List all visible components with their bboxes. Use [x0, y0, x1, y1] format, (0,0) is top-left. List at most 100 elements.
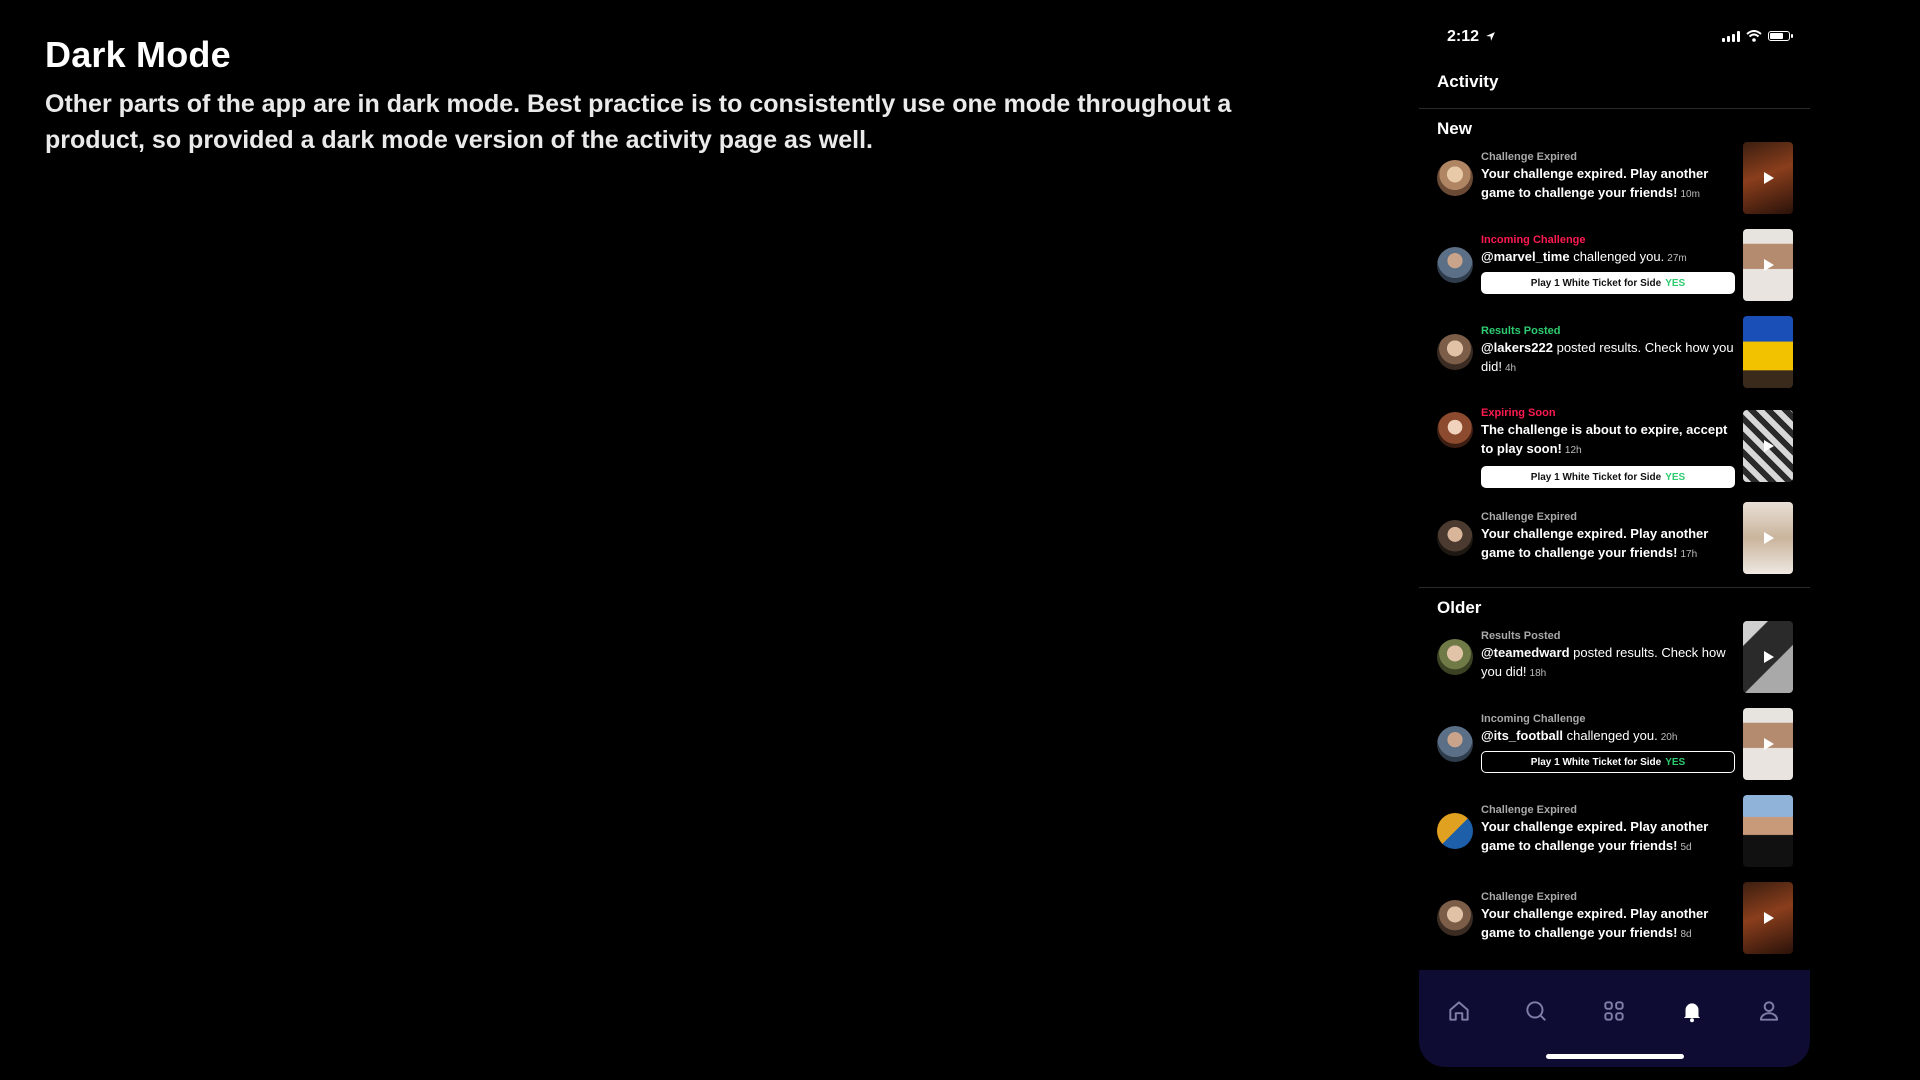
item-category: Challenge Expired [1481, 891, 1577, 903]
search-icon[interactable] [1523, 998, 1549, 1024]
item-user: @its_football [1481, 728, 1564, 743]
activity-item[interactable]: Incoming Challenge @its_football challen… [1419, 708, 1810, 780]
avatar [1437, 412, 1473, 448]
item-time: 8d [1680, 929, 1692, 940]
item-time: 5d [1680, 842, 1692, 853]
video-thumbnail[interactable] [1743, 142, 1793, 214]
location-arrow-icon [1486, 32, 1496, 41]
item-text: challenged you. [1573, 249, 1665, 264]
profile-icon[interactable] [1756, 998, 1782, 1024]
page-title: Activity [1437, 72, 1499, 91]
phone-screen: 2:12 Activity New Challenge Expired Your… [1419, 0, 1810, 1067]
ticket-yes: YES [1665, 471, 1686, 483]
status-time: 2:12 [1447, 28, 1496, 46]
status-time-text: 2:12 [1447, 28, 1480, 45]
item-message: The challenge is about to expire, accept… [1481, 420, 1737, 460]
annotation: Dark Mode Other parts of the app are in … [45, 34, 1245, 158]
activity-item[interactable]: Challenge Expired Your challenge expired… [1419, 502, 1810, 574]
item-text: challenged you. [1566, 728, 1658, 743]
grid-icon[interactable] [1601, 998, 1627, 1024]
item-category: Challenge Expired [1481, 804, 1577, 816]
activity-item[interactable]: Challenge Expired Your challenge expired… [1419, 795, 1810, 867]
item-category: Challenge Expired [1481, 511, 1577, 523]
item-message: @teamedward posted results. Check how yo… [1481, 643, 1737, 683]
ticket-button[interactable]: Play 1 White Ticket for Side YES [1481, 466, 1735, 488]
item-time: 27m [1667, 253, 1687, 264]
annotation-title: Dark Mode [45, 34, 231, 75]
ticket-button[interactable]: Play 1 White Ticket for Side YES [1481, 751, 1735, 773]
section-divider [1419, 587, 1810, 588]
signal-icon [1722, 30, 1740, 42]
video-thumbnail[interactable] [1743, 229, 1793, 301]
item-category: Incoming Challenge [1481, 713, 1586, 725]
ticket-label: Play 1 White Ticket for Side [1530, 471, 1662, 483]
activity-item[interactable]: Challenge Expired Your challenge expired… [1419, 142, 1810, 214]
item-category: Challenge Expired [1481, 151, 1577, 163]
play-icon [1764, 738, 1774, 750]
item-category: Expiring Soon [1481, 407, 1556, 419]
ticket-label: Play 1 White Ticket for Side [1530, 756, 1662, 768]
avatar [1437, 160, 1473, 196]
item-message: Your challenge expired. Play another gam… [1481, 524, 1737, 564]
video-thumbnail[interactable] [1743, 316, 1793, 388]
avatar [1437, 520, 1473, 556]
play-icon [1764, 172, 1774, 184]
avatar [1437, 247, 1473, 283]
item-user: @marvel_time [1481, 249, 1570, 264]
ticket-button[interactable]: Play 1 White Ticket for Side YES [1481, 272, 1735, 294]
home-icon[interactable] [1446, 998, 1472, 1024]
item-time: 10m [1680, 189, 1700, 200]
play-icon [1764, 651, 1774, 663]
item-message: @its_football challenged you. 20h [1481, 726, 1737, 747]
item-time: 20h [1660, 732, 1678, 743]
video-thumbnail[interactable] [1743, 795, 1793, 867]
play-icon [1764, 532, 1774, 544]
avatar [1437, 639, 1473, 675]
activity-item[interactable]: Incoming Challenge @marvel_time challeng… [1419, 229, 1810, 301]
activity-header: Activity [1419, 72, 1810, 109]
item-time: 12h [1564, 445, 1582, 456]
video-thumbnail[interactable] [1743, 410, 1793, 482]
item-user: @teamedward [1481, 645, 1570, 660]
avatar [1437, 334, 1473, 370]
item-text: Your challenge expired. Play another gam… [1481, 819, 1709, 853]
item-category: Incoming Challenge [1481, 234, 1586, 246]
video-thumbnail[interactable] [1743, 882, 1793, 954]
item-message: Your challenge expired. Play another gam… [1481, 817, 1737, 857]
item-time: 4h [1504, 363, 1517, 374]
video-thumbnail[interactable] [1743, 708, 1793, 780]
avatar [1437, 813, 1473, 849]
tab-bar [1419, 970, 1810, 1067]
item-text: Your challenge expired. Play another gam… [1481, 906, 1709, 940]
video-thumbnail[interactable] [1743, 621, 1793, 693]
item-text: The challenge is about to expire, accept… [1481, 422, 1728, 456]
play-icon [1764, 440, 1774, 452]
activity-item[interactable]: Results Posted @teamedward posted result… [1419, 621, 1810, 693]
bell-icon[interactable] [1679, 998, 1705, 1024]
ticket-label: Play 1 White Ticket for Side [1530, 277, 1662, 289]
avatar [1437, 726, 1473, 762]
avatar [1437, 900, 1473, 936]
item-time: 18h [1529, 668, 1547, 679]
item-category: Results Posted [1481, 325, 1561, 337]
item-message: @marvel_time challenged you. 27m [1481, 247, 1737, 268]
battery-icon [1768, 31, 1793, 41]
item-user: @lakers222 [1481, 340, 1553, 355]
play-icon [1764, 912, 1774, 924]
item-message: Your challenge expired. Play another gam… [1481, 904, 1737, 944]
item-time: 17h [1680, 549, 1698, 560]
wifi-icon [1746, 30, 1762, 42]
annotation-body: Other parts of the app are in dark mode.… [45, 90, 1232, 154]
activity-item[interactable]: Expiring Soon The challenge is about to … [1419, 404, 1810, 492]
section-older-title: Older [1437, 598, 1482, 617]
activity-item[interactable]: Results Posted @lakers222 posted results… [1419, 316, 1810, 388]
item-category: Results Posted [1481, 630, 1561, 642]
item-message: @lakers222 posted results. Check how you… [1481, 338, 1737, 378]
status-icons [1722, 30, 1793, 42]
home-indicator[interactable] [1546, 1054, 1684, 1059]
video-thumbnail[interactable] [1743, 502, 1793, 574]
status-bar: 2:12 [1419, 0, 1810, 72]
activity-item[interactable]: Challenge Expired Your challenge expired… [1419, 882, 1810, 954]
item-text: Your challenge expired. Play another gam… [1481, 526, 1709, 560]
section-new-title: New [1437, 119, 1472, 138]
